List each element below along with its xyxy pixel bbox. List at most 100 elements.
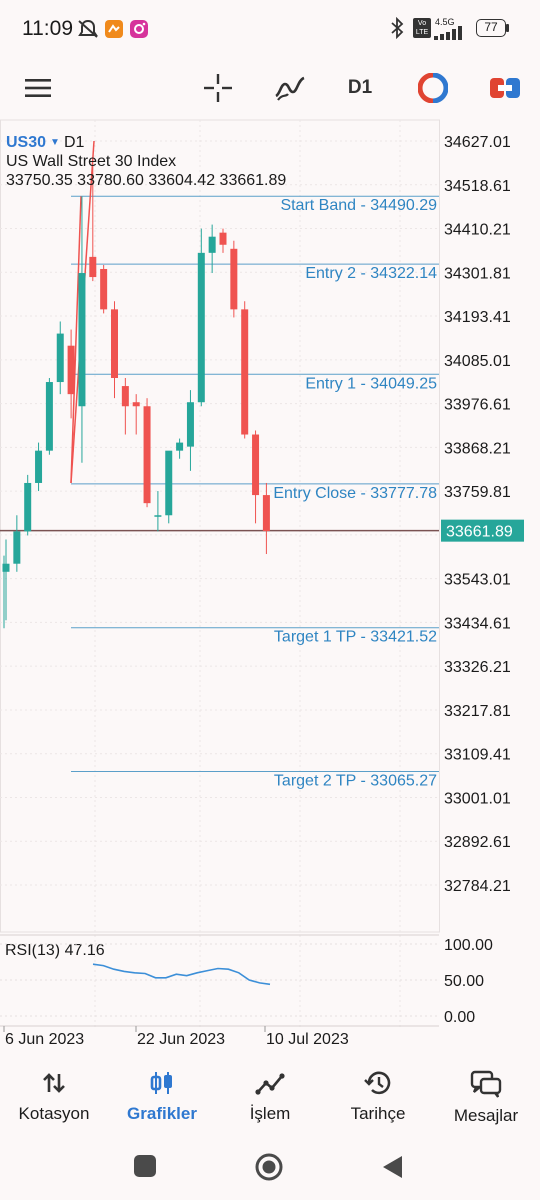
chart-header: US30 ▼ D1 US Wall Street 30 Index 33750.… — [6, 133, 286, 190]
system-navigation-bar — [0, 1142, 540, 1200]
level-label: Entry 1 - 34049.25 — [305, 375, 437, 392]
battery-tip — [506, 24, 509, 32]
new-order-button[interactable] — [484, 58, 526, 118]
candle-body — [262, 495, 270, 532]
candle-body — [132, 402, 140, 407]
price-tick-label: 33001.01 — [444, 790, 511, 807]
battery-indicator: 77 — [476, 19, 506, 37]
candle-body — [241, 309, 249, 435]
candle-body — [208, 236, 216, 253]
nav-item-history[interactable]: Tarihçe — [324, 1058, 432, 1142]
crosshair-button[interactable] — [196, 58, 240, 118]
nav-label-messages: Mesajlar — [453, 1106, 519, 1125]
signal-icon — [434, 26, 462, 40]
price-tick-label: 34627.01 — [444, 134, 511, 151]
price-tick-label: 33759.81 — [444, 484, 511, 501]
price-tick-label: 32892.61 — [444, 834, 511, 851]
home-button[interactable] — [254, 1152, 284, 1182]
nav-label-trade: İşlem — [249, 1104, 291, 1123]
instagram-icon — [130, 20, 148, 38]
candle-body — [176, 442, 184, 451]
candle-body — [24, 482, 32, 532]
battery-level: 77 — [484, 20, 498, 34]
recents-button[interactable] — [134, 1155, 156, 1177]
price-axis: 34627.01 34518.61 34410.21 34301.81 34193.41… — [441, 134, 524, 895]
price-tick-label: 34518.61 — [444, 178, 511, 195]
back-button[interactable] — [380, 1154, 404, 1180]
price-tick-label: 33217.81 — [444, 703, 511, 720]
candle-body — [230, 248, 238, 310]
candle-body — [13, 531, 21, 564]
symbol-timeframe: D1 — [63, 134, 85, 151]
chart-canvas[interactable]: Start Band - 34490.29 Entry 2 - 34322.14 E… — [0, 118, 540, 1058]
chevron-down-icon[interactable]: ▼ — [50, 133, 60, 152]
symbol-name[interactable]: US30 — [6, 133, 46, 152]
rsi-level-label: 100.00 — [444, 937, 493, 954]
price-tick-label: 33868.21 — [444, 440, 511, 457]
nav-label-charts: Grafikler — [127, 1104, 197, 1123]
rsi-label: RSI(13) 47.16 — [5, 942, 105, 959]
date-tick-label: 22 Jun 2023 — [137, 1031, 225, 1048]
price-tick-label: 33434.61 — [444, 615, 511, 632]
level-label: Entry Close - 33777.78 — [273, 485, 437, 502]
symbol-row: US30 ▼ D1 — [6, 133, 286, 152]
candle-body — [45, 382, 53, 451]
mute-icon — [78, 19, 98, 38]
volte-badge: Vo LTE — [413, 18, 431, 38]
level-label: Target 2 TP - 33065.27 — [274, 773, 437, 790]
nav-label-history: Tarihçe — [350, 1104, 406, 1123]
level-label: Start Band - 34490.29 — [280, 197, 437, 214]
candle-body — [100, 268, 108, 310]
current-price-label: 33661.89 — [446, 524, 513, 541]
candle-body — [111, 309, 118, 378]
status-time: 11:09 — [22, 17, 73, 40]
volte-text: Vo LTE — [415, 20, 429, 36]
one-click-trading-icon — [418, 73, 448, 103]
indicators-button[interactable] — [268, 58, 312, 118]
candle-body — [154, 515, 162, 517]
chart-toolbar: D1 — [0, 58, 540, 118]
price-tick-label: 34193.41 — [444, 309, 511, 326]
crosshair-icon — [204, 74, 232, 102]
nav-item-charts[interactable]: Grafikler — [108, 1058, 216, 1142]
price-tick-label: 33976.61 — [444, 397, 511, 414]
price-tick-label: 32784.21 — [444, 878, 511, 895]
candle-body — [78, 273, 86, 407]
bluetooth-icon — [391, 17, 404, 39]
candle-body — [143, 406, 151, 504]
ohlc-values: 33750.35 33780.60 33604.42 33661.89 — [6, 172, 287, 189]
app-notification-icon — [105, 20, 123, 38]
price-tick-label: 33326.21 — [444, 659, 511, 676]
rsi-level-label: 50.00 — [444, 973, 484, 990]
date-tick-label: 6 Jun 2023 — [5, 1031, 84, 1048]
price-tick-label: 33543.01 — [444, 572, 511, 589]
candle-body — [56, 333, 64, 383]
candle-body — [35, 450, 43, 483]
candle-body — [89, 256, 97, 278]
menu-button[interactable] — [18, 58, 58, 118]
candle-body — [252, 434, 260, 496]
symbol-description: US Wall Street 30 Index — [6, 153, 177, 170]
price-tick-label: 34085.01 — [444, 353, 511, 370]
one-click-trading-button[interactable] — [412, 58, 454, 118]
level-label: Target 1 TP - 33421.52 — [274, 629, 437, 646]
timeframe-button[interactable]: D1 — [340, 58, 380, 118]
nav-item-quotes[interactable]: Kotasyon — [0, 1058, 108, 1142]
candle-body — [197, 252, 205, 403]
quotes-icon — [43, 1073, 65, 1093]
history-icon — [364, 1071, 391, 1095]
price-tick-label: 34301.81 — [444, 265, 511, 282]
candle-body — [67, 345, 75, 395]
candle-body — [186, 402, 194, 447]
candle-body — [219, 232, 227, 245]
timeframe-label: D1 — [347, 77, 373, 98]
price-tick-label: 33109.41 — [444, 747, 511, 764]
candles — [2, 164, 270, 629]
nav-item-trade[interactable]: İşlem — [216, 1058, 324, 1142]
candle-body — [121, 386, 129, 407]
chart-area[interactable]: Start Band - 34490.29 Entry 2 - 34322.14 E… — [0, 118, 540, 1058]
rsi-level-label: 0.00 — [444, 1009, 475, 1026]
price-tick-label: 34410.21 — [444, 222, 511, 239]
nav-item-messages[interactable]: Mesajlar — [432, 1058, 540, 1142]
messages-icon — [470, 1070, 502, 1098]
